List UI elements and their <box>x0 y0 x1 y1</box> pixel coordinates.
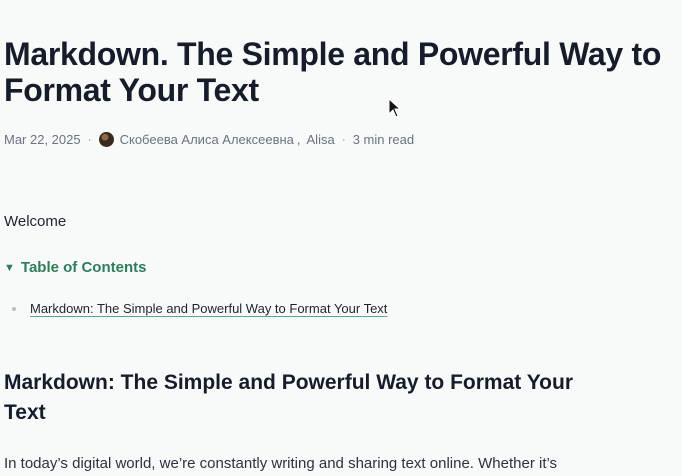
publish-date: Mar 22, 2025 <box>4 131 81 147</box>
bullet-icon <box>12 306 16 311</box>
author-separator: , <box>296 131 301 147</box>
toc-toggle[interactable]: ▼ Table of Contents <box>4 259 664 276</box>
article-meta: Mar 22, 2025 · Скобеева Алиса Алексеевна… <box>4 130 414 148</box>
welcome-text: Welcome <box>4 213 67 230</box>
toc-list: Markdown: The Simple and Powerful Way to… <box>12 301 387 316</box>
mouse-pointer-icon <box>388 98 402 118</box>
article-title: Markdown. The Simple and Powerful Way to… <box>4 36 662 108</box>
meta-separator: · <box>87 132 92 146</box>
toc-label: Table of Contents <box>20 259 147 276</box>
section-heading: Markdown: The Simple and Powerful Way to… <box>4 371 573 424</box>
author-name-primary[interactable]: Скобеева Алиса Алексеевна <box>120 132 294 147</box>
meta-separator: · <box>341 132 346 146</box>
table-of-contents: ▼ Table of Contents Markdown: The Simple… <box>4 259 664 316</box>
toc-link[interactable]: Markdown: The Simple and Powerful Way to… <box>30 301 387 316</box>
read-time: 3 min read <box>352 131 415 147</box>
toc-item: Markdown: The Simple and Powerful Way to… <box>12 301 387 316</box>
author-name-secondary[interactable]: Alisa <box>307 132 335 147</box>
intro-paragraph: In today’s digital world, we’re constant… <box>4 455 558 472</box>
author-avatar[interactable] <box>98 131 114 147</box>
triangle-down-icon: ▼ <box>4 261 15 274</box>
article-page: Markdown. The Simple and Powerful Way to… <box>0 0 682 476</box>
